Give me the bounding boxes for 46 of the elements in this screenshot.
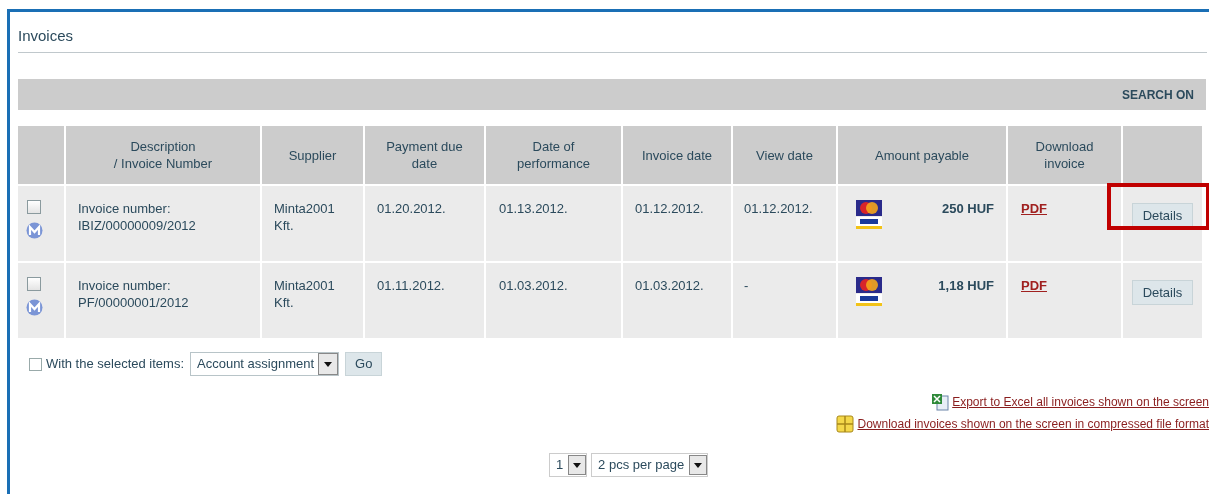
column-header: Amount payable bbox=[838, 126, 1006, 184]
pdf-link[interactable]: PDF bbox=[1021, 278, 1047, 293]
bulk-action-label: With the selected items: bbox=[46, 355, 184, 374]
page-size-dropdown[interactable]: 2 pcs per page bbox=[591, 453, 709, 477]
table-cell: - bbox=[744, 278, 749, 293]
amount-text: 1,18 HUF bbox=[938, 277, 994, 294]
row-checkbox[interactable] bbox=[27, 277, 41, 291]
table-cell: 01.11.2012. bbox=[377, 278, 445, 293]
column-header: Date of performance bbox=[486, 126, 621, 184]
grid-box-icon bbox=[836, 415, 855, 433]
table-cell: 01.13.2012. bbox=[499, 201, 568, 216]
details-button[interactable]: Details bbox=[1131, 280, 1194, 305]
row-checkbox[interactable] bbox=[27, 200, 41, 214]
column-header: Payment due date bbox=[365, 126, 484, 184]
pdf-link[interactable]: PDF bbox=[1021, 201, 1047, 216]
payment-cards-icon bbox=[856, 277, 882, 307]
go-button[interactable]: Go bbox=[345, 352, 383, 376]
bulk-action-dropdown[interactable]: Account assignment bbox=[190, 352, 340, 376]
column-header: Description / Invoice Number bbox=[66, 126, 260, 184]
supplier-text: Minta2001 Kft. bbox=[274, 277, 336, 311]
table-cell: 01.12.2012. bbox=[744, 201, 813, 216]
page-number-dropdown[interactable]: 1 bbox=[548, 453, 588, 477]
table-cell: 01.03.2012. bbox=[499, 278, 568, 293]
spreadsheet-icon bbox=[931, 393, 950, 411]
search-toggle-link[interactable]: SEARCH ON bbox=[1122, 85, 1194, 104]
page-title: Invoices bbox=[18, 27, 74, 44]
invoice-number: PF/00000001/2012 bbox=[78, 294, 190, 311]
select-all-checkbox[interactable] bbox=[29, 357, 42, 371]
invoice-label: Invoice number: bbox=[78, 200, 172, 217]
circle-m-icon bbox=[26, 222, 43, 239]
export-link[interactable]: Export to Excel all invoices shown on the screen bbox=[952, 393, 1209, 411]
details-button[interactable]: Details bbox=[1131, 203, 1194, 228]
payment-cards-icon bbox=[856, 200, 882, 230]
column-header: Download invoice bbox=[1008, 126, 1121, 184]
column-header: Supplier bbox=[262, 126, 363, 184]
amount-text: 250 HUF bbox=[941, 200, 994, 217]
column-header: Invoice date bbox=[623, 126, 731, 184]
table-cell: 01.03.2012. bbox=[635, 278, 704, 293]
supplier-text: Minta2001 Kft. bbox=[274, 200, 336, 234]
invoice-label: Invoice number: bbox=[78, 277, 172, 294]
circle-m-icon bbox=[26, 299, 43, 316]
table-cell: 01.20.2012. bbox=[377, 201, 446, 216]
column-header: View date bbox=[733, 126, 836, 184]
invoice-number: IBIZ/00000009/2012 bbox=[78, 217, 197, 234]
export-link[interactable]: Download invoices shown on the screen in compressed file format bbox=[857, 415, 1209, 433]
table-cell: 01.12.2012. bbox=[635, 201, 704, 216]
